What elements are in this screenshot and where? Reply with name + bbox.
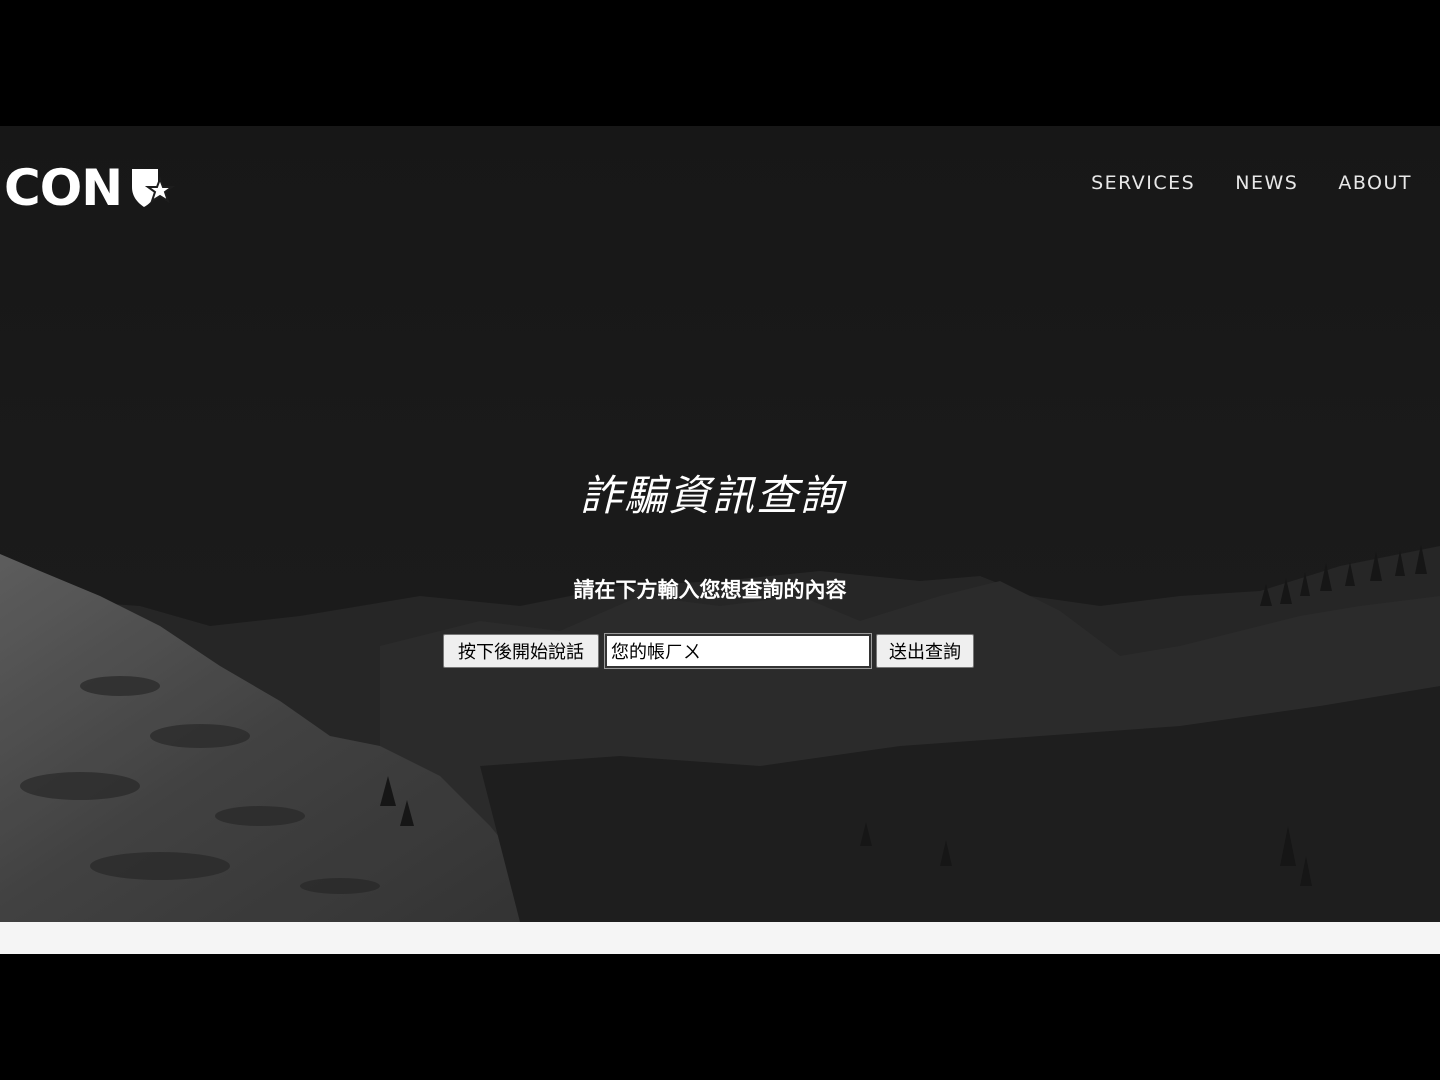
main-nav: SERVICES NEWS ABOUT xyxy=(1091,172,1412,194)
nav-item-services[interactable]: SERVICES xyxy=(1091,172,1195,194)
search-input[interactable] xyxy=(604,633,872,669)
speak-button[interactable]: 按下後開始說話 xyxy=(443,634,599,668)
nav-item-news[interactable]: NEWS xyxy=(1235,172,1298,194)
page-bottom-strip xyxy=(0,922,1440,954)
query-form: 按下後開始說話 送出查詢 xyxy=(443,633,974,669)
logo-text: .CON xyxy=(0,159,123,217)
page-title: 詐騙資訊查詢 xyxy=(579,471,844,520)
screen-frame: .CON SERVICES NEWS ABOUT 詐騙資訊查詢 請在下方輸入您想… xyxy=(0,0,1440,1080)
shield-star-icon xyxy=(132,169,176,207)
mountain-background xyxy=(0,126,1440,922)
submit-query-button[interactable]: 送出查詢 xyxy=(876,634,974,668)
page-subtitle: 請在下方輸入您想查詢的內容 xyxy=(573,578,847,602)
nav-item-about[interactable]: ABOUT xyxy=(1338,172,1412,194)
webpage-viewport: .CON SERVICES NEWS ABOUT 詐騙資訊查詢 請在下方輸入您想… xyxy=(0,126,1440,922)
site-logo[interactable]: .CON xyxy=(0,160,176,216)
